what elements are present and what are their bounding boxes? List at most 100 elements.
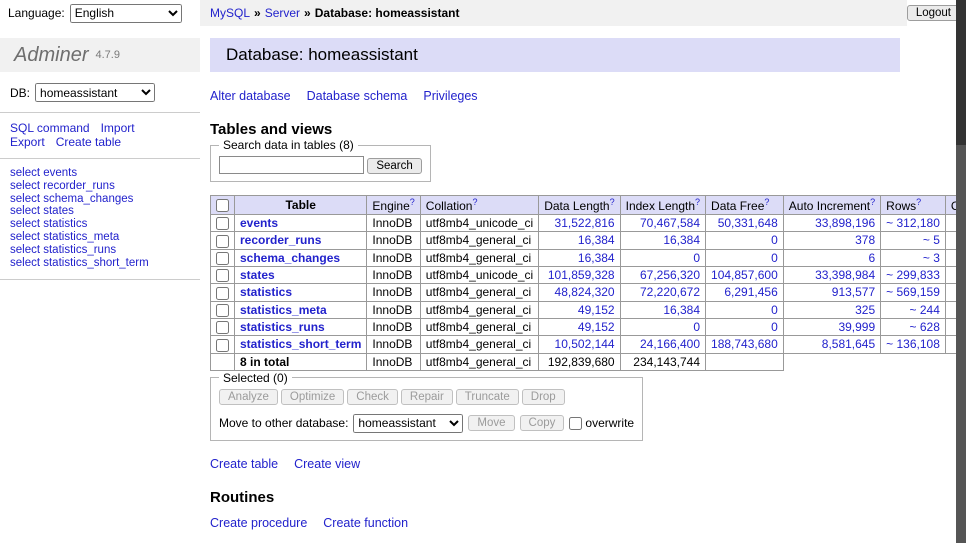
table-link-events[interactable]: events — [240, 216, 278, 230]
logout-button[interactable]: Logout — [907, 5, 960, 21]
language-select[interactable]: English — [70, 4, 182, 23]
row-checkbox-recorder-runs[interactable] — [216, 235, 229, 248]
link-database-schema[interactable]: Database schema — [307, 89, 408, 103]
table-link-statistics-runs[interactable]: statistics_runs — [240, 320, 325, 334]
drop-button[interactable]: Drop — [522, 389, 565, 405]
data-length-link[interactable]: 48,824,320 — [555, 285, 615, 299]
optimize-button[interactable]: Optimize — [281, 389, 344, 405]
rows-link[interactable]: ~ 628 — [910, 320, 940, 334]
data-free-link[interactable]: 0 — [771, 251, 778, 265]
table-link-statistics[interactable]: statistics — [240, 285, 292, 299]
sidebar-item-select-statistics[interactable]: select statistics — [10, 218, 190, 231]
row-checkbox-states[interactable] — [216, 269, 229, 282]
data-free-link[interactable]: 6,291,456 — [724, 285, 777, 299]
sidebar-link-export[interactable]: Export — [10, 135, 45, 149]
auto-increment-link[interactable]: 33,898,196 — [815, 216, 875, 230]
index-length-link[interactable]: 16,384 — [663, 233, 700, 247]
truncate-button[interactable]: Truncate — [456, 389, 519, 405]
row-checkbox-statistics[interactable] — [216, 287, 229, 300]
data-length-link[interactable]: 16,384 — [578, 251, 615, 265]
data-length-link[interactable]: 49,152 — [578, 320, 615, 334]
table-link-states[interactable]: states — [240, 268, 275, 282]
data-free-link[interactable]: 0 — [771, 320, 778, 334]
repair-button[interactable]: Repair — [401, 389, 453, 405]
row-checkbox-statistics-short-term[interactable] — [216, 339, 229, 352]
rows-link[interactable]: ~ 5 — [923, 233, 940, 247]
sidebar-link-import[interactable]: Import — [101, 121, 135, 135]
index-length-link[interactable]: 24,166,400 — [640, 337, 700, 351]
move-database-select[interactable]: homeassistant — [353, 414, 463, 433]
doc-link-data-length[interactable]: ? — [610, 197, 615, 207]
row-checkbox-events[interactable] — [216, 217, 229, 230]
scrollbar[interactable] — [956, 0, 966, 543]
rows-link[interactable]: ~ 299,833 — [886, 268, 940, 282]
search-button[interactable]: Search — [367, 158, 421, 174]
data-free-link[interactable]: 50,331,648 — [718, 216, 778, 230]
data-length-link[interactable]: 16,384 — [578, 233, 615, 247]
rows-link[interactable]: ~ 136,108 — [886, 337, 940, 351]
auto-increment-link[interactable]: 8,581,645 — [822, 337, 875, 351]
overwrite-checkbox[interactable] — [569, 417, 582, 430]
breadcrumb-link-server[interactable]: Server — [265, 6, 300, 20]
doc-link-index-length[interactable]: ? — [695, 197, 700, 207]
doc-link-engine[interactable]: ? — [410, 197, 415, 207]
auto-increment-link[interactable]: 325 — [855, 303, 875, 317]
breadcrumb-link-mysql[interactable]: MySQL — [210, 6, 250, 20]
data-length-link[interactable]: 10,502,144 — [555, 337, 615, 351]
table-link-recorder-runs[interactable]: recorder_runs — [240, 233, 321, 247]
scrollbar-thumb[interactable] — [956, 0, 966, 145]
link-create-procedure[interactable]: Create procedure — [210, 516, 307, 530]
check-button[interactable]: Check — [347, 389, 398, 405]
sidebar-item-select-statistics-meta[interactable]: select statistics_meta — [10, 231, 190, 244]
data-free-link[interactable]: 0 — [771, 303, 778, 317]
sidebar-item-select-schema-changes[interactable]: select schema_changes — [10, 193, 190, 206]
sidebar-item-select-statistics-short-term[interactable]: select statistics_short_term — [10, 257, 190, 270]
table-link-statistics-meta[interactable]: statistics_meta — [240, 303, 327, 317]
sidebar-item-select-recorder-runs[interactable]: select recorder_runs — [10, 180, 190, 193]
sidebar-link-create-table[interactable]: Create table — [56, 135, 121, 149]
link-privileges[interactable]: Privileges — [423, 89, 477, 103]
data-length-link[interactable]: 31,522,816 — [555, 216, 615, 230]
row-checkbox-statistics-runs[interactable] — [216, 321, 229, 334]
row-checkbox-schema-changes[interactable] — [216, 252, 229, 265]
analyze-button[interactable]: Analyze — [219, 389, 278, 405]
db-select[interactable]: homeassistant — [35, 83, 155, 102]
rows-link[interactable]: ~ 3 — [923, 251, 940, 265]
rows-link[interactable]: ~ 312,180 — [886, 216, 940, 230]
doc-link-rows[interactable]: ? — [916, 197, 921, 207]
index-length-link[interactable]: 16,384 — [663, 303, 700, 317]
rows-link[interactable]: ~ 569,159 — [886, 285, 940, 299]
sidebar-item-select-statistics-runs[interactable]: select statistics_runs — [10, 244, 190, 257]
sidebar-link-sql-command[interactable]: SQL command — [10, 121, 90, 135]
auto-increment-link[interactable]: 39,999 — [838, 320, 875, 334]
doc-link-data-free[interactable]: ? — [764, 197, 769, 207]
auto-increment-link[interactable]: 378 — [855, 233, 875, 247]
link-create-table[interactable]: Create table — [210, 457, 278, 471]
select-all-checkbox[interactable] — [216, 199, 229, 212]
auto-increment-link[interactable]: 33,398,984 — [815, 268, 875, 282]
data-free-link[interactable]: 104,857,600 — [711, 268, 778, 282]
adminer-logo[interactable]: Adminer — [14, 44, 88, 67]
data-length-link[interactable]: 101,859,328 — [548, 268, 615, 282]
index-length-link[interactable]: 70,467,584 — [640, 216, 700, 230]
auto-increment-link[interactable]: 913,577 — [832, 285, 875, 299]
rows-link[interactable]: ~ 244 — [910, 303, 940, 317]
doc-link-auto-increment[interactable]: ? — [870, 197, 875, 207]
index-length-link[interactable]: 0 — [693, 320, 700, 334]
index-length-link[interactable]: 67,256,320 — [640, 268, 700, 282]
row-checkbox-statistics-meta[interactable] — [216, 304, 229, 317]
data-free-link[interactable]: 0 — [771, 233, 778, 247]
link-create-function[interactable]: Create function — [323, 516, 408, 530]
index-length-link[interactable]: 0 — [693, 251, 700, 265]
link-create-view[interactable]: Create view — [294, 457, 360, 471]
search-input[interactable] — [219, 156, 364, 174]
index-length-link[interactable]: 72,220,672 — [640, 285, 700, 299]
sidebar-item-select-events[interactable]: select events — [10, 167, 190, 180]
move-button[interactable]: Move — [468, 415, 514, 431]
table-link-schema-changes[interactable]: schema_changes — [240, 251, 340, 265]
data-length-link[interactable]: 49,152 — [578, 303, 615, 317]
sidebar-item-select-states[interactable]: select states — [10, 205, 190, 218]
copy-button[interactable]: Copy — [520, 415, 565, 431]
doc-link-collation[interactable]: ? — [472, 197, 477, 207]
link-alter-database[interactable]: Alter database — [210, 89, 291, 103]
